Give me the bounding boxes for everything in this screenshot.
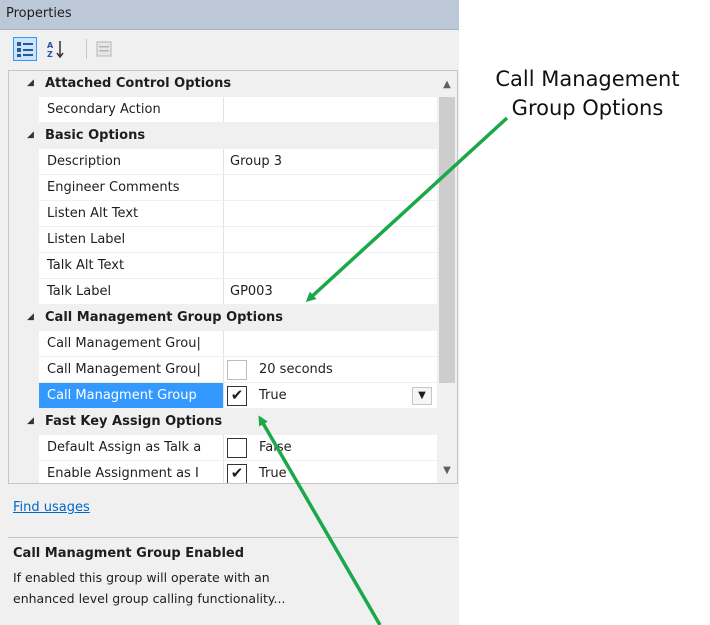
property-name: Listen Alt Text	[39, 201, 223, 227]
property-name: Description	[39, 149, 223, 175]
property-value-cell: ✔ True	[223, 461, 437, 483]
category-call-management-group-options[interactable]: ◢ Call Management Group Options	[9, 305, 437, 331]
property-row-enable-assignment[interactable]: Enable Assignment as I ✔ True	[9, 461, 437, 483]
category-label: Fast Key Assign Options	[45, 414, 223, 429]
description-line-1: If enabled this group will operate with …	[13, 570, 270, 585]
value-checkbox[interactable]	[227, 438, 247, 458]
property-value-cell: ✔ True ▼	[223, 383, 437, 409]
description-title: Call Managment Group Enabled	[13, 546, 245, 561]
property-value[interactable]: True	[259, 388, 287, 403]
property-value[interactable]	[223, 253, 437, 279]
property-row-default-assign[interactable]: Default Assign as Talk a False	[9, 435, 437, 461]
property-row-call-management-group-1[interactable]: Call Management Grou|	[9, 331, 437, 357]
category-fast-key-assign-options[interactable]: ◢ Fast Key Assign Options	[9, 409, 437, 435]
panel-title: Properties	[0, 0, 459, 30]
expand-triangle-icon[interactable]: ◢	[27, 416, 34, 426]
value-checkbox[interactable]	[227, 360, 247, 380]
property-value[interactable]: False	[259, 440, 292, 455]
property-name: Call Management Grou|	[39, 357, 223, 383]
category-basic-options[interactable]: ◢ Basic Options	[9, 123, 437, 149]
property-name: Secondary Action	[39, 97, 223, 123]
toolbar: A Z	[0, 30, 459, 68]
categorized-icon[interactable]	[13, 37, 37, 61]
property-row-description[interactable]: Description Group 3	[9, 149, 437, 175]
expand-triangle-icon[interactable]: ◢	[27, 312, 34, 322]
property-value[interactable]	[223, 97, 437, 123]
property-row-talk-alt-text[interactable]: Talk Alt Text	[9, 253, 437, 279]
commands-area: Find usages	[8, 486, 458, 536]
property-name: Talk Alt Text	[39, 253, 223, 279]
property-pages-icon[interactable]	[92, 37, 116, 61]
properties-panel: Properties A Z ◢ Attached Control Option…	[0, 0, 459, 625]
expand-triangle-icon[interactable]: ◢	[27, 130, 34, 140]
value-checkbox[interactable]: ✔	[227, 386, 247, 406]
annotation-line-2: Group Options	[511, 96, 664, 120]
category-attached-control-options[interactable]: ◢ Attached Control Options	[9, 71, 437, 97]
description-line-2: enhanced level group calling functionali…	[13, 591, 286, 606]
scroll-up-icon[interactable]: ▲	[437, 75, 457, 95]
property-row-listen-alt-text[interactable]: Listen Alt Text	[9, 201, 437, 227]
property-row-listen-label[interactable]: Listen Label	[9, 227, 437, 253]
svg-text:Z: Z	[47, 50, 53, 59]
toolbar-separator	[86, 39, 87, 59]
svg-text:A: A	[47, 41, 54, 50]
category-label: Basic Options	[45, 128, 146, 143]
property-row-talk-label[interactable]: Talk Label GP003	[9, 279, 437, 305]
property-value[interactable]: True	[259, 466, 287, 481]
property-row-call-management-group-2[interactable]: Call Management Grou| 20 seconds	[9, 357, 437, 383]
annotation-callout: Call Management Group Options	[475, 65, 700, 123]
property-name: Default Assign as Talk a	[39, 435, 223, 461]
property-row-call-managment-group-enabled[interactable]: Call Managment Group ✔ True ▼	[9, 383, 437, 409]
scroll-down-icon[interactable]: ▼	[437, 461, 457, 481]
property-name: Engineer Comments	[39, 175, 223, 201]
property-name: Talk Label	[39, 279, 223, 305]
property-row-secondary-action[interactable]: Secondary Action	[9, 97, 437, 123]
category-label: Call Management Group Options	[45, 310, 284, 325]
property-row-engineer-comments[interactable]: Engineer Comments	[9, 175, 437, 201]
property-value[interactable]	[223, 331, 437, 357]
property-value[interactable]: 20 seconds	[259, 362, 333, 377]
scrollbar-thumb[interactable]	[439, 97, 455, 383]
property-name: Call Management Grou|	[39, 331, 223, 357]
annotation-line-1: Call Management	[495, 67, 680, 91]
property-name: Listen Label	[39, 227, 223, 253]
property-value[interactable]: GP003	[223, 279, 437, 305]
property-name: Call Managment Group	[39, 383, 223, 409]
vertical-scrollbar[interactable]: ▲ ▼	[437, 71, 457, 483]
property-value[interactable]	[223, 175, 437, 201]
property-name: Enable Assignment as I	[39, 461, 223, 483]
property-value-cell: False	[223, 435, 437, 461]
description-pane: Call Managment Group Enabled If enabled …	[8, 537, 458, 625]
property-grid: ◢ Attached Control Options Secondary Act…	[8, 70, 458, 484]
sort-az-icon[interactable]: A Z	[44, 37, 68, 61]
property-value-cell: 20 seconds	[223, 357, 437, 383]
value-checkbox[interactable]: ✔	[227, 464, 247, 483]
property-value[interactable]: Group 3	[223, 149, 437, 175]
property-value[interactable]	[223, 227, 437, 253]
category-label: Attached Control Options	[45, 76, 232, 91]
expand-triangle-icon[interactable]: ◢	[27, 78, 34, 88]
find-usages-link[interactable]: Find usages	[13, 500, 90, 515]
chevron-down-icon[interactable]: ▼	[412, 387, 432, 405]
property-value[interactable]	[223, 201, 437, 227]
